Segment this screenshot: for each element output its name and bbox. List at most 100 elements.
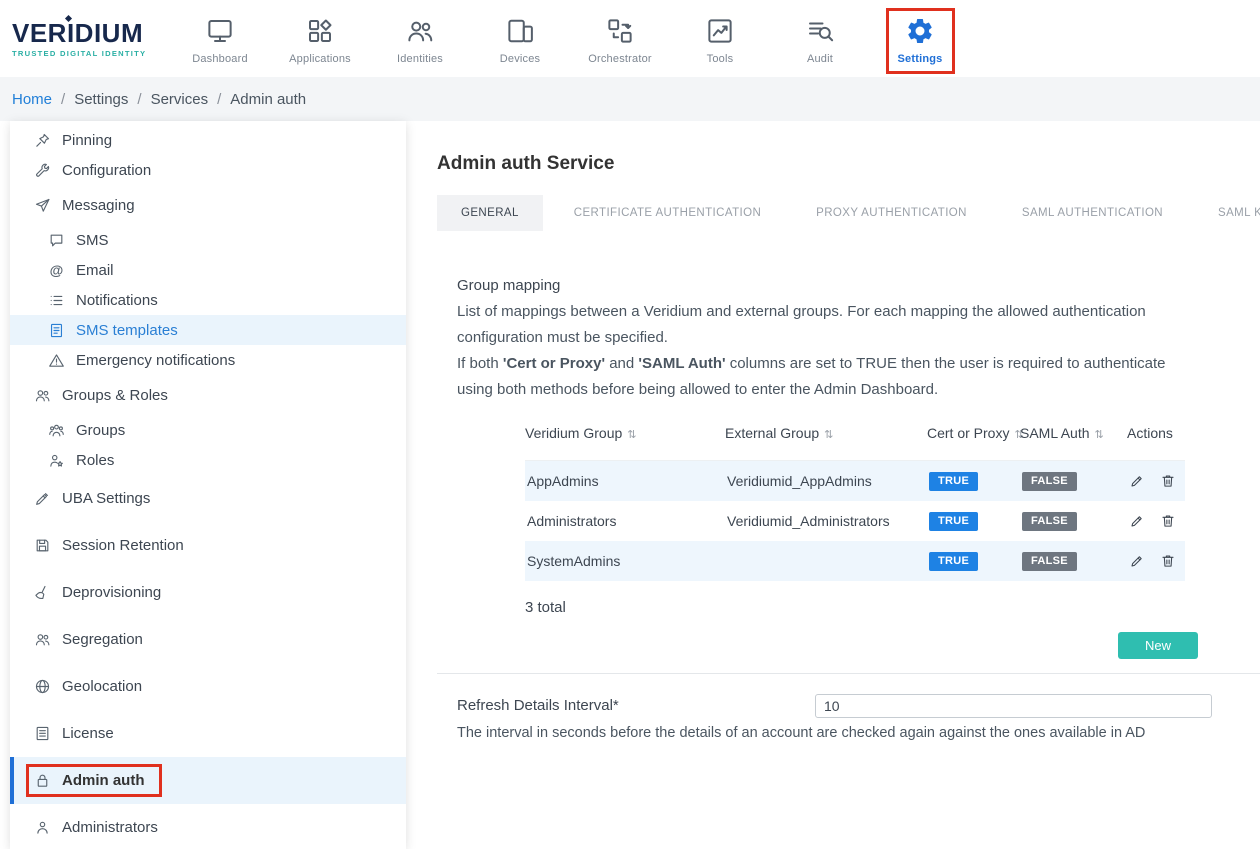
logo-tagline: TRUSTED DIGITAL IDENTITY <box>12 49 164 58</box>
sidebar-item-segregation[interactable]: Segregation <box>10 616 406 663</box>
column-header-saml-auth[interactable]: SAML Auth⇅ <box>1020 425 1127 441</box>
nav-item-settings[interactable]: Settings <box>870 8 970 74</box>
table-row: SystemAdmins TRUE FALSE <box>525 541 1185 581</box>
delete-icon[interactable] <box>1160 473 1176 489</box>
sidebar-item-license[interactable]: License <box>10 710 406 757</box>
applications-icon <box>305 16 335 46</box>
template-icon <box>48 322 65 339</box>
cert-or-proxy-badge: TRUE <box>929 552 978 571</box>
sidebar-item-groups[interactable]: Groups <box>10 415 406 445</box>
sidebar-item-geolocation[interactable]: Geolocation <box>10 663 406 710</box>
column-header-label: Veridium Group <box>525 425 622 441</box>
sidebar-item-label: Groups & Roles <box>62 387 168 404</box>
sidebar-item-session-retention[interactable]: Session Retention <box>10 522 406 569</box>
sidebar-item-roles[interactable]: Roles <box>10 445 406 475</box>
tab-proxy-authentication[interactable]: PROXY AUTHENTICATION <box>816 195 967 231</box>
group-mapping-description: List of mappings between a Veridium and … <box>457 299 1205 351</box>
breadcrumb-item-services[interactable]: /Services <box>128 91 208 108</box>
sidebar-item-label: Notifications <box>76 292 158 309</box>
breadcrumb-item-home[interactable]: /Home <box>12 91 52 108</box>
section-divider <box>437 673 1260 674</box>
row-actions <box>1127 513 1185 529</box>
sidebar-item-messaging[interactable]: Messaging <box>10 185 406 225</box>
sidebar-item-label: Administrators <box>62 819 158 836</box>
sidebar-item-label: Roles <box>76 452 114 469</box>
cert-or-proxy-badge: TRUE <box>929 472 978 491</box>
sort-icon[interactable]: ⇅ <box>1095 425 1104 441</box>
edit-icon[interactable] <box>1129 473 1145 489</box>
tab-bar: GENERAL CERTIFICATE AUTHENTICATION PROXY… <box>437 195 1260 231</box>
devices-icon <box>505 16 535 46</box>
sort-icon[interactable]: ⇅ <box>824 425 833 441</box>
tab-saml-authentication[interactable]: SAML AUTHENTICATION <box>1022 195 1163 231</box>
sidebar-item-label: UBA Settings <box>62 490 150 507</box>
top-nav: Dashboard Applications Identities <box>170 4 970 74</box>
main-panel: Admin auth Service GENERAL CERTIFICATE A… <box>406 121 1260 849</box>
sidebar-item-emergency-notifications[interactable]: Emergency notifications <box>10 345 406 375</box>
groups-roles-icon <box>34 387 51 404</box>
content-area: Pinning Configuration Messaging <box>0 121 1260 849</box>
dashboard-icon <box>205 16 235 46</box>
refresh-interval-input[interactable] <box>815 694 1212 718</box>
sidebar-item-sms-templates[interactable]: SMS templates <box>10 315 406 345</box>
breadcrumb-separator: / <box>217 91 221 108</box>
sidebar-item-uba-settings[interactable]: UBA Settings <box>10 475 406 522</box>
group-mapping-description-2: If both 'Cert or Proxy' and 'SAML Auth' … <box>457 351 1205 403</box>
new-button-row: New <box>457 632 1198 659</box>
sort-icon[interactable]: ⇅ <box>627 425 636 441</box>
sidebar-item-email[interactable]: @ Email <box>10 255 406 285</box>
sidebar-item-deprovisioning[interactable]: Deprovisioning <box>10 569 406 616</box>
tab-general[interactable]: GENERAL <box>437 195 543 231</box>
nav-item-label: Settings <box>898 53 943 65</box>
nav-item-audit[interactable]: Audit <box>770 8 870 74</box>
sidebar-item-label: SMS templates <box>76 322 178 339</box>
tab-saml-ke[interactable]: SAML KE <box>1218 195 1260 231</box>
column-header-label: Actions <box>1127 425 1173 441</box>
edit-icon[interactable] <box>1129 553 1145 569</box>
refresh-interval-label: Refresh Details Interval* <box>457 694 619 714</box>
column-header-veridium-group[interactable]: Veridium Group ⇅ <box>525 425 725 441</box>
column-header-external-group[interactable]: External Group ⇅ <box>725 425 927 441</box>
description-segment: 'SAML Auth' <box>638 355 725 372</box>
breadcrumb: /Home /Settings /Services /Admin auth <box>0 77 1260 121</box>
pin-icon <box>34 132 51 149</box>
sidebar-item-admin-auth[interactable]: Admin auth <box>10 757 406 804</box>
breadcrumb-label: Home <box>12 91 52 108</box>
sidebar: Pinning Configuration Messaging <box>10 121 406 849</box>
nav-item-orchestrator[interactable]: Orchestrator <box>570 8 670 74</box>
edit-icon[interactable] <box>1129 513 1145 529</box>
delete-icon[interactable] <box>1160 553 1176 569</box>
sidebar-item-configuration[interactable]: Configuration <box>10 155 406 185</box>
sidebar-item-pinning[interactable]: Pinning <box>10 125 406 155</box>
nav-item-devices[interactable]: Devices <box>470 8 570 74</box>
breadcrumb-item-settings[interactable]: /Settings <box>52 91 128 108</box>
nav-item-tools[interactable]: Tools <box>670 8 770 74</box>
nav-item-label: Tools <box>707 53 734 65</box>
nav-item-dashboard[interactable]: Dashboard <box>170 8 270 74</box>
refresh-interval-section: Refresh Details Interval* The interval i… <box>457 694 1260 741</box>
nav-item-applications[interactable]: Applications <box>270 8 370 74</box>
audit-icon <box>805 16 835 46</box>
breadcrumb-item-admin-auth[interactable]: /Admin auth <box>208 91 306 108</box>
total-count: 3 total <box>525 599 1260 616</box>
nav-item-label: Audit <box>807 53 833 65</box>
description-segment: and <box>605 355 638 372</box>
sidebar-item-label: License <box>62 725 114 742</box>
column-header-label: External Group <box>725 425 819 441</box>
logo-text: VERIDIUM <box>12 20 164 46</box>
table-body: AppAdmins Veridiumid_AppAdmins TRUE FALS… <box>525 461 1185 581</box>
tab-certificate-authentication[interactable]: CERTIFICATE AUTHENTICATION <box>574 195 761 231</box>
sidebar-item-notifications[interactable]: Notifications <box>10 285 406 315</box>
new-button[interactable]: New <box>1118 632 1198 659</box>
saml-auth-badge: FALSE <box>1022 512 1077 531</box>
identities-icon <box>405 16 435 46</box>
veridium-logo: VERIDIUM TRUSTED DIGITAL IDENTITY <box>12 20 164 58</box>
tab-label: SAML KE <box>1218 207 1260 219</box>
nav-item-identities[interactable]: Identities <box>370 8 470 74</box>
sidebar-item-administrators[interactable]: Administrators <box>10 804 406 849</box>
sidebar-item-sms[interactable]: SMS <box>10 225 406 255</box>
delete-icon[interactable] <box>1160 513 1176 529</box>
sidebar-item-groups-roles[interactable]: Groups & Roles <box>10 375 406 415</box>
column-header-actions[interactable]: Actions⇅ <box>1127 425 1185 441</box>
column-header-cert-or-proxy[interactable]: Cert or Proxy⇅ <box>927 425 1020 441</box>
